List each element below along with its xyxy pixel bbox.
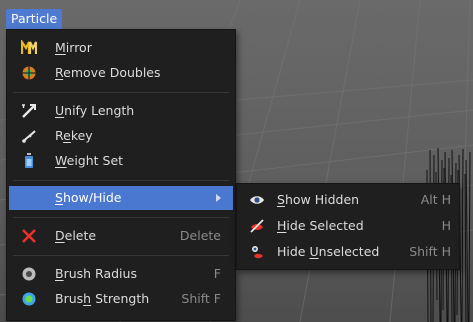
hide-unselected-shortcut: Shift H (409, 244, 451, 259)
weight-set-icon (25, 153, 33, 168)
weight-set-label: Weight Set (55, 153, 124, 168)
brush-strength-icon (22, 292, 36, 306)
separator (13, 217, 229, 218)
hide-unselected-icon (252, 246, 263, 259)
remove-doubles-icon (22, 66, 36, 80)
menu-item-remove-doubles[interactable]: Remove Doubles (9, 61, 233, 85)
brush-strength-shortcut: Shift F (181, 291, 221, 306)
delete-label: Delete (55, 228, 97, 243)
unify-length-label: Unify Length (55, 103, 135, 118)
submenu-arrow-icon (216, 194, 221, 202)
menu-item-hide-unselected[interactable]: Hide Unselected Shift H (239, 240, 457, 264)
remove-doubles-label: Remove Doubles (55, 65, 161, 80)
separator (13, 255, 229, 256)
hide-selected-icon (250, 219, 264, 233)
mirror-label: Mirror (55, 40, 92, 55)
delete-shortcut: Delete (179, 228, 221, 243)
brush-radius-shortcut: F (213, 266, 221, 281)
menu-item-show-hidden[interactable]: Show Hidden Alt H (239, 188, 457, 212)
separator (13, 180, 229, 181)
eye-icon (250, 196, 264, 204)
menu-item-weight-set[interactable]: Weight Set (9, 149, 233, 173)
hide-selected-shortcut: H (441, 218, 451, 233)
show-hide-submenu: Show Hidden Alt H Hide Selected H Hide U… (236, 183, 460, 270)
separator (13, 92, 229, 93)
brush-radius-icon (22, 267, 36, 281)
hide-selected-label: Hide Selected (277, 218, 364, 233)
unify-length-icon (22, 104, 36, 118)
menu-item-brush-strength[interactable]: Brush Strength Shift F (9, 287, 233, 311)
mirror-icon (21, 40, 37, 54)
brush-strength-label: Brush Strength (55, 291, 150, 306)
menu-item-hide-selected[interactable]: Hide Selected H (239, 214, 457, 238)
menu-item-brush-radius[interactable]: Brush Radius F (9, 262, 233, 286)
rekey-icon (22, 130, 36, 143)
menu-item-mirror[interactable]: Mirror (9, 36, 233, 60)
show-hidden-label: Show Hidden (277, 192, 360, 207)
show-hidden-shortcut: Alt H (420, 192, 451, 207)
particle-menu-tab[interactable]: Particle (6, 9, 63, 29)
particle-dropdown-menu: Mirror Remove Doubles Unify Length Rekey (6, 29, 236, 321)
menu-item-show-hide[interactable]: Show/Hide (9, 186, 233, 210)
menu-item-delete[interactable]: Delete Delete (9, 224, 233, 248)
menu-item-unify-length[interactable]: Unify Length (9, 99, 233, 123)
delete-icon (22, 229, 36, 243)
hide-unselected-label: Hide Unselected (277, 244, 380, 259)
rekey-label: Rekey (55, 128, 93, 143)
menu-item-rekey[interactable]: Rekey (9, 124, 233, 148)
brush-radius-label: Brush Radius (55, 266, 137, 281)
show-hide-label: Show/Hide (55, 190, 122, 205)
